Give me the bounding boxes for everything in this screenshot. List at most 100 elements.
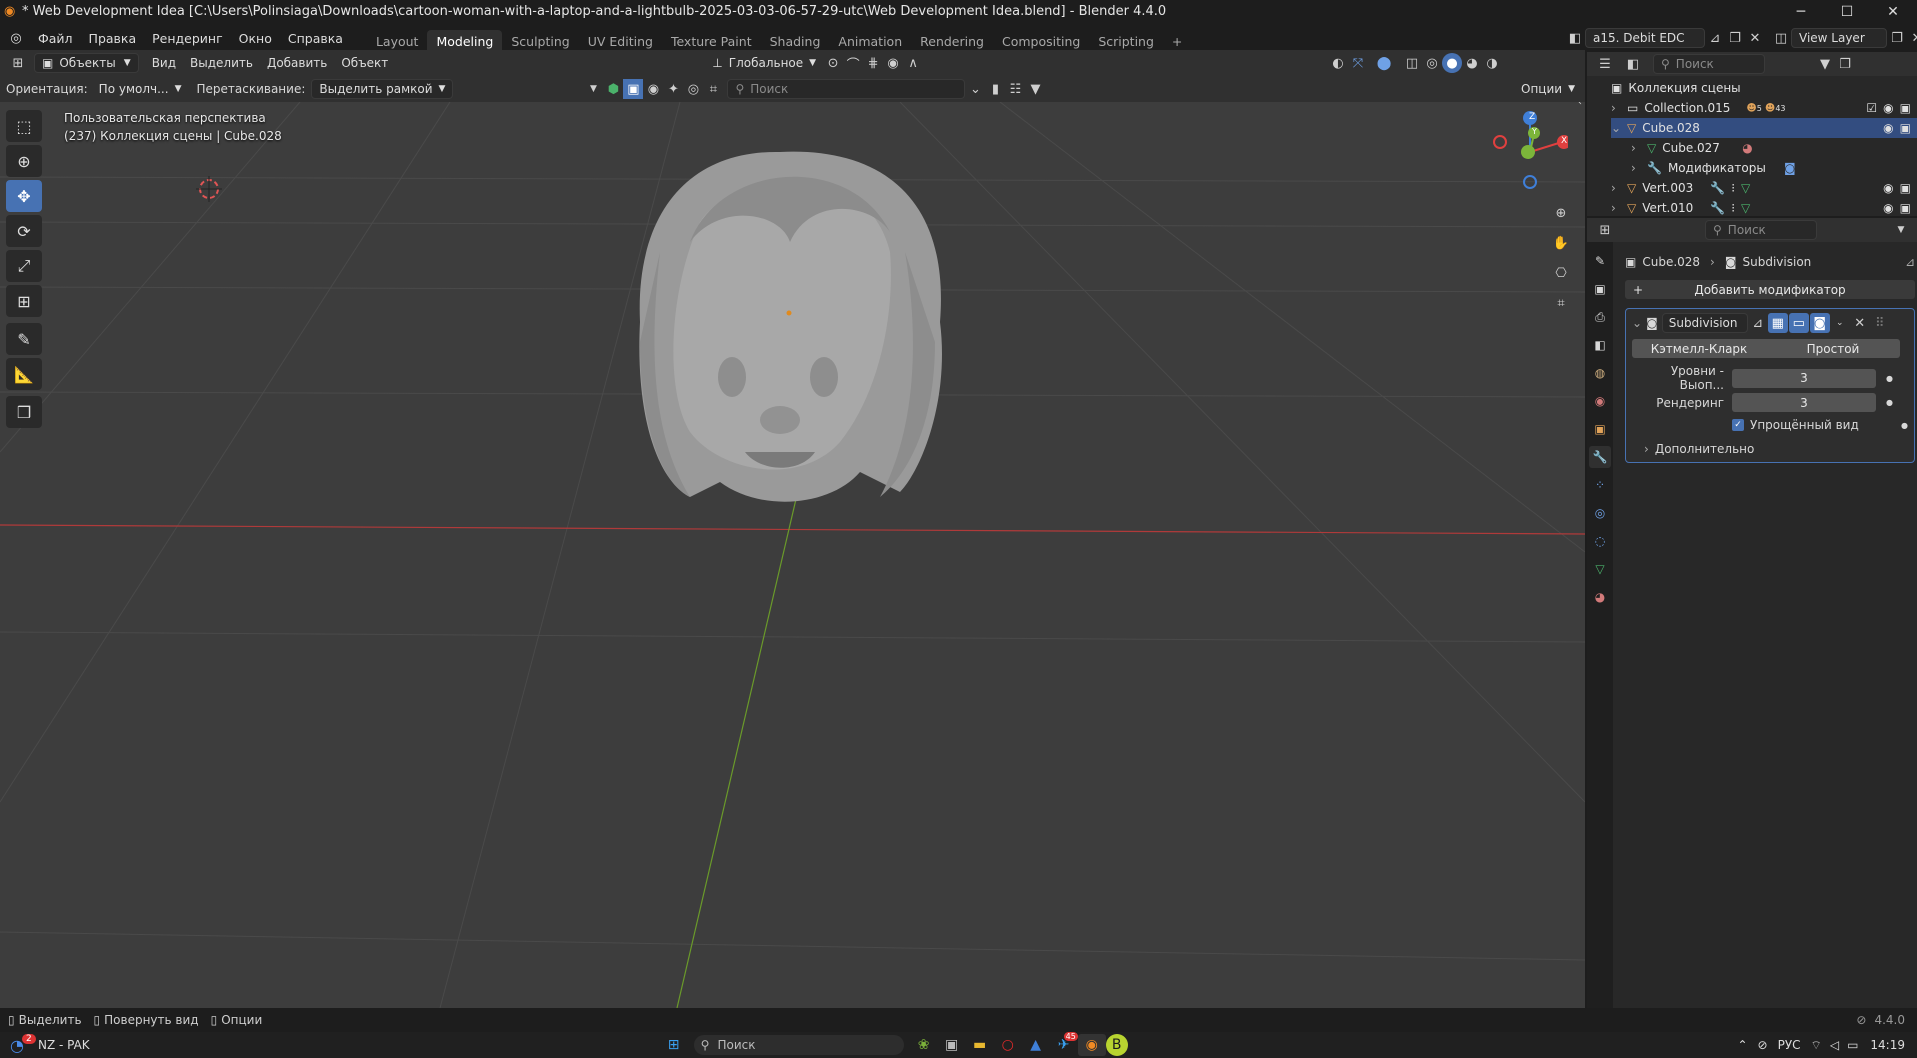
asset-icon[interactable]: ⬢ [603,79,623,99]
drag-dropdown[interactable]: Выделить рамкой ▼ [311,79,454,99]
menu-add[interactable]: Добавить [260,53,334,73]
delete-scene-icon[interactable]: ✕ [1745,28,1765,48]
scene-selector-icon[interactable]: ◧ [1565,28,1585,48]
optimal-display-checkbox[interactable]: ✓ [1732,419,1744,431]
eye-icon[interactable]: ◉ [1883,101,1893,115]
proportional-editing-icon[interactable]: ◉ [883,53,903,73]
material-shading-icon[interactable]: ◕ [1462,53,1482,73]
modifier-tab-icon[interactable]: 🔧 [1589,446,1611,468]
app-green-icon[interactable]: B [1105,1034,1128,1056]
pin-icon[interactable]: ⊿ [1905,255,1915,269]
camera-icon[interactable]: ▣ [1900,181,1911,195]
snap-icon[interactable]: ⌒ [843,53,863,73]
viewport-toggle-icon[interactable]: ▭ [1788,313,1809,333]
wifi-icon[interactable]: ⌔ [1811,1038,1822,1053]
view-layer-tab-icon[interactable]: ◧ [1589,334,1611,356]
bookmark-icon[interactable]: ▮ [985,79,1005,99]
blender-menu-icon[interactable]: ◎ [6,28,26,48]
eye-icon[interactable]: ◉ [1883,181,1893,195]
menu-edit[interactable]: Правка [81,27,145,49]
eye-icon[interactable]: ◉ [1883,121,1893,135]
menu-view[interactable]: Вид [145,53,183,73]
material-tab-icon[interactable]: ◕ [1589,586,1611,608]
xray-toggle-icon[interactable]: ◫ [1402,53,1422,73]
annotate-tool-icon[interactable]: ✎ [6,323,42,355]
collapse-icon[interactable]: ▼ [583,79,603,99]
simple-button[interactable]: Простой [1766,339,1900,358]
file-explorer-icon[interactable]: ▬ [966,1034,994,1056]
outliner-item-vert010[interactable]: › ▽ Vert.010 🔧 ⁝ ▽ ◉ ▣ [1611,198,1917,218]
render-tab-icon[interactable]: ▣ [1589,278,1611,300]
taskbar-search-input[interactable]: ⚲ Поиск [693,1035,904,1055]
pin-scene-icon[interactable]: ⊿ [1705,28,1725,48]
catmull-clark-button[interactable]: Кэтмелл-Кларк [1632,339,1766,358]
physics-tab-icon[interactable]: ◎ [1589,502,1611,524]
3d-cursor-icon[interactable] [196,176,222,202]
outliner-item-modifiers[interactable]: › 🔧 Модификаторы ◙ [1611,158,1917,178]
outliner-search-input[interactable]: ⚲ Поиск [1653,54,1765,74]
pan-hand-icon[interactable]: ✋ [1548,230,1574,256]
task-view-icon[interactable]: ▣ [938,1034,966,1056]
display-mode-icon[interactable]: ☷ [1005,79,1025,99]
chevron-down-icon[interactable]: ▼ [1891,220,1911,240]
render-levels-field[interactable]: 3 [1732,393,1876,412]
menu-help[interactable]: Справка [280,27,351,49]
filter-other-icon[interactable]: ⌗ [703,79,723,99]
menu-select[interactable]: Выделить [183,53,260,73]
tool-tab-icon[interactable]: ✎ [1589,250,1611,272]
keyframe-dot-icon[interactable]: ● [1901,421,1908,430]
modifier-name-field[interactable]: Subdivision [1661,313,1748,333]
delete-view-layer-icon[interactable]: ✕ [1907,28,1917,48]
minimize-button[interactable]: ─ [1778,0,1824,24]
transform-tool-icon[interactable]: ⊞ [6,285,42,317]
tab-texture-paint[interactable]: Texture Paint [662,30,761,52]
outliner-item-vert003[interactable]: › ▽ Vert.003 🔧 ⁝ ▽ ◉ ▣ [1611,178,1917,198]
options-dropdown[interactable]: Опции ▼ [1514,79,1582,99]
camera-icon[interactable]: ▣ [1900,101,1911,115]
properties-editor-icon[interactable]: ⊞ [1595,220,1615,240]
tab-rendering[interactable]: Rendering [911,30,993,52]
navigation-gizmo[interactable] [1488,110,1568,192]
move-tool-icon[interactable]: ✥ [6,180,42,212]
pivot-point-icon[interactable]: ⊙ [823,53,843,73]
falloff-icon[interactable]: ∧ [903,53,923,73]
checkbox-icon[interactable]: ☑ [1866,101,1877,115]
new-view-layer-icon[interactable]: ❐ [1887,28,1907,48]
display-mode-icon[interactable]: ◧ [1623,54,1643,74]
camera-icon[interactable]: ▣ [1900,121,1911,135]
menu-window[interactable]: Окно [231,27,280,49]
mode-dropdown[interactable]: ▣ Объекты ▼ [34,53,139,73]
3d-viewport[interactable]: Пользовательская перспектива (237) Колле… [0,102,1585,1008]
tab-layout[interactable]: Layout [367,30,428,52]
outliner-editor-icon[interactable]: ☰ [1595,54,1615,74]
perspective-toggle-icon[interactable]: ⌗ [1548,290,1574,316]
add-workspace-icon[interactable]: + [1163,30,1191,52]
view-layer-field[interactable]: View Layer [1791,28,1887,48]
transform-orientation-dropdown[interactable]: ⊥ Глобальное ▼ [705,53,823,73]
constraints-tab-icon[interactable]: ◌ [1589,530,1611,552]
chevron-down-icon[interactable]: ⌄ [1830,313,1850,333]
advanced-section-toggle[interactable]: › Дополнительно [1632,442,1908,456]
start-windows-icon[interactable]: ⊞ [660,1034,688,1056]
outliner-root[interactable]: ▣ Коллекция сцены [1611,78,1917,98]
particles-tab-icon[interactable]: ⁘ [1589,474,1611,496]
world-tab-icon[interactable]: ◉ [1589,390,1611,412]
wireframe-shading-icon[interactable]: ◎ [1422,53,1442,73]
solid-shading-icon[interactable]: ● [1442,53,1462,73]
rotate-tool-icon[interactable]: ⟳ [6,215,42,247]
keyframe-dot-icon[interactable]: ● [1886,398,1893,407]
overlays-toggle-icon[interactable]: ⬤ [1374,53,1394,73]
visibility-icon[interactable]: ◐ [1328,53,1348,73]
menu-file[interactable]: Файл [30,27,81,49]
filter-icon[interactable]: ▼ [1025,79,1045,99]
tab-scripting[interactable]: Scripting [1089,30,1163,52]
filter-icon[interactable]: ▼ [1815,54,1835,74]
view-layer-icon[interactable]: ◫ [1771,28,1791,48]
camera-icon[interactable]: ▣ [1900,201,1911,215]
clear-icon[interactable]: ⌄ [965,79,985,99]
remove-modifier-icon[interactable]: ✕ [1850,313,1870,333]
select-box-tool-icon[interactable]: ⬚ [6,110,42,142]
sidebar-toggle-icon[interactable]: ‹ [1570,102,1585,112]
on-cage-toggle-icon[interactable]: ▦ [1767,313,1788,333]
tab-modeling[interactable]: Modeling [427,30,503,52]
